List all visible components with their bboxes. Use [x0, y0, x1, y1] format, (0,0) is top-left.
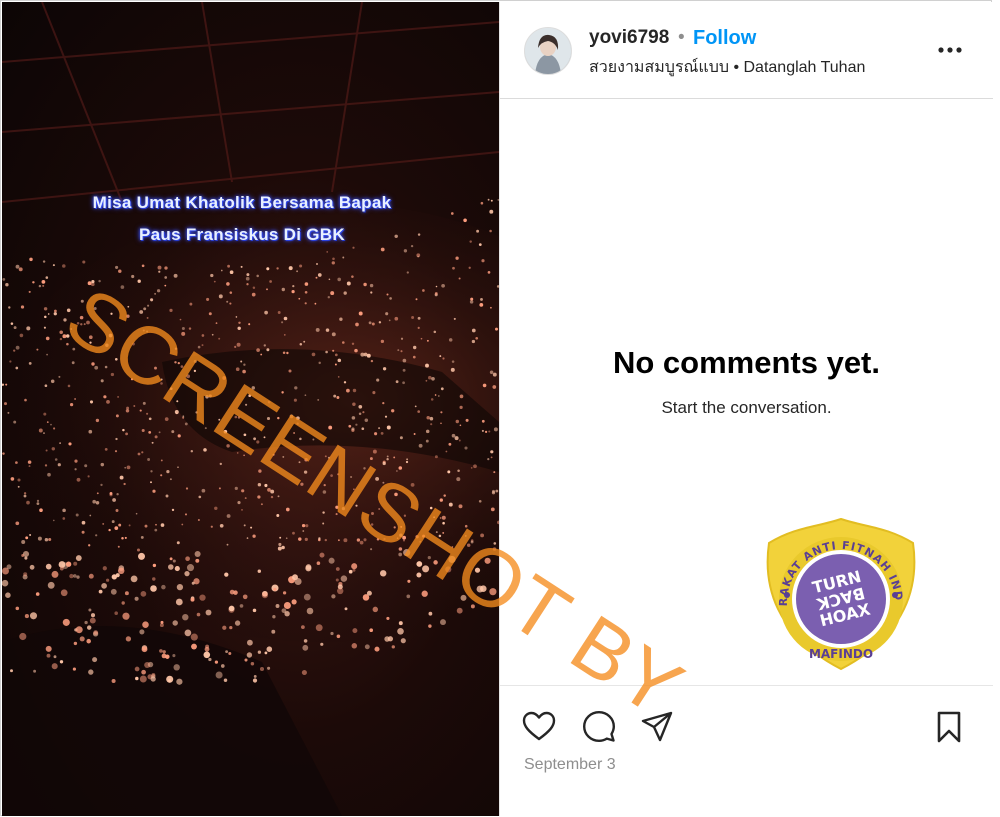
- video-caption-line-2: Paus Fransiskus Di GBK: [139, 225, 345, 244]
- mafindo-turnbackhoax-logo: MASYARAKAT ANTI FITNAH INDONESIA MAFINDO…: [757, 515, 916, 671]
- post-side-panel: yovi6798 • Follow สวยงามสมบูรณ์แบบ • Dat…: [499, 2, 993, 816]
- video-caption-overlay: Misa Umat Khatolik Bersama Bapak Paus Fr…: [32, 187, 452, 251]
- svg-text:MAFINDO: MAFINDO: [809, 647, 873, 661]
- user-avatar[interactable]: [524, 27, 572, 75]
- post-header: yovi6798 • Follow สวยงามสมบูรณ์แบบ • Dat…: [500, 2, 993, 99]
- heart-icon[interactable]: [522, 710, 556, 744]
- no-comments-subtitle: Start the conversation.: [661, 398, 832, 417]
- comment-icon[interactable]: [582, 710, 616, 744]
- bookmark-icon[interactable]: [932, 710, 966, 744]
- video-caption-line-1: Misa Umat Khatolik Bersama Bapak: [92, 193, 392, 212]
- post-actions-bar: September 3: [500, 685, 993, 817]
- post-date[interactable]: September 3: [524, 756, 616, 774]
- send-icon[interactable]: [640, 710, 674, 744]
- follow-button[interactable]: Follow: [693, 27, 756, 50]
- no-comments-title: No comments yet.: [612, 345, 880, 380]
- post-subline-audio[interactable]: สวยงามสมบูรณ์แบบ • Datanglah Tuhan: [589, 55, 865, 80]
- post-media-video[interactable]: Misa Umat Khatolik Bersama Bapak Paus Fr…: [2, 2, 499, 816]
- avatar-photo: [525, 28, 571, 74]
- post-dialog: Misa Umat Khatolik Bersama Bapak Paus Fr…: [0, 0, 993, 816]
- concert-crowd-image: [2, 2, 499, 816]
- post-username[interactable]: yovi6798: [589, 27, 669, 49]
- more-options-icon[interactable]: [936, 40, 964, 60]
- header-separator: •: [678, 27, 685, 48]
